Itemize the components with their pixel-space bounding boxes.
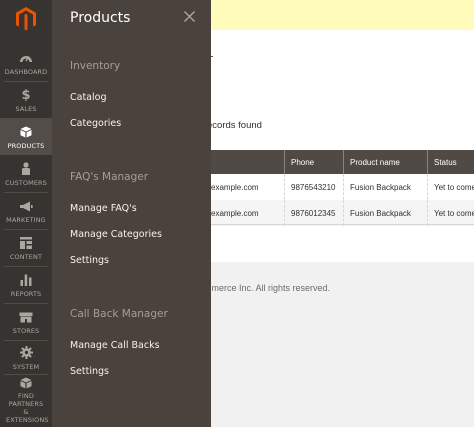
nav-label: DASHBOARD [4, 68, 48, 76]
dashboard-icon [19, 50, 33, 66]
copyright-text: mmerce Inc. All rights reserved. [204, 283, 331, 293]
nav-label: PRODUCTS [7, 141, 45, 150]
menu-item-call-back-settings[interactable]: Settings [70, 366, 109, 377]
menu-item-catalog[interactable]: Catalog [70, 92, 106, 103]
email-cell: example.com [205, 200, 285, 226]
cube-icon [20, 376, 32, 390]
menu-item-manage-categories[interactable]: Manage Categories [70, 229, 162, 240]
nav-label: STORES [12, 327, 40, 335]
nav-sales[interactable]: $ SALES [0, 82, 52, 118]
nav-customers[interactable]: CUSTOMERS [0, 155, 52, 192]
grid-header-phone[interactable]: Phone [285, 150, 344, 174]
phone-cell: 9876543210 [285, 174, 344, 200]
close-flyout-button[interactable] [180, 7, 198, 25]
phone-cell: 9876012345 [285, 200, 344, 226]
menu-item-manage-faqs[interactable]: Manage FAQ's [70, 203, 137, 214]
email-cell: example.com [205, 174, 285, 200]
nav-products[interactable]: PRODUCTS [0, 118, 52, 155]
content-grid-icon [20, 235, 32, 251]
records-found-text: ecords found [207, 120, 262, 131]
section-heading-inventory: Inventory [70, 60, 121, 72]
magento-logo-icon [16, 7, 36, 31]
menu-item-manage-call-backs[interactable]: Manage Call Backs [70, 340, 160, 351]
flyout-title: Products [70, 10, 131, 26]
close-icon [183, 10, 195, 22]
nav-content[interactable]: CONTENT [0, 230, 52, 266]
grid-header-blank [211, 150, 285, 174]
product-cell: Fusion Backpack [344, 200, 428, 226]
person-icon [21, 161, 31, 177]
nav-find-partners[interactable]: FIND PARTNERS & EXTENSIONS [0, 376, 52, 424]
status-cell: Yet to come [434, 182, 474, 192]
section-heading-faqs-manager: FAQ's Manager [70, 171, 149, 183]
menu-item-categories[interactable]: Categories [70, 118, 121, 129]
box-icon [20, 124, 32, 140]
bar-chart-icon [20, 272, 32, 288]
menu-item-faq-settings[interactable]: Settings [70, 255, 109, 266]
product-cell: Fusion Backpack [344, 174, 428, 200]
grid-header-status[interactable]: Status [428, 150, 474, 174]
nav-label: MARKETING [6, 216, 46, 224]
nav-dashboard[interactable]: DASHBOARD [0, 45, 52, 81]
products-flyout: Products Inventory Catalog Categories FA… [52, 0, 211, 427]
nav-label: REPORTS [10, 290, 42, 298]
nav-label: FIND PARTNERS & EXTENSIONS [6, 392, 49, 424]
status-cell: Yet to come [434, 208, 474, 218]
grid-header-product-name[interactable]: Product name [344, 150, 428, 174]
nav-marketing[interactable]: MARKETING [0, 193, 52, 229]
gear-icon [19, 345, 33, 361]
nav-label: SYSTEM [12, 362, 40, 371]
nav-label: CONTENT [9, 253, 43, 261]
magento-logo[interactable] [0, 0, 52, 38]
nav-divider [4, 374, 48, 375]
storefront-icon [19, 309, 33, 325]
nav-stores[interactable]: STORES [0, 304, 52, 340]
admin-sidebar: DASHBOARD $ SALES PRODUCTS CUSTOMERS MAR… [0, 0, 52, 427]
nav-system[interactable]: SYSTEM [0, 341, 52, 374]
section-heading-call-back-manager: Call Back Manager [70, 308, 168, 320]
dollar-icon: $ [21, 87, 31, 103]
nav-label: SALES [15, 105, 37, 113]
megaphone-icon [19, 198, 33, 214]
nav-label: CUSTOMERS [5, 178, 47, 187]
nav-reports[interactable]: REPORTS [0, 267, 52, 303]
